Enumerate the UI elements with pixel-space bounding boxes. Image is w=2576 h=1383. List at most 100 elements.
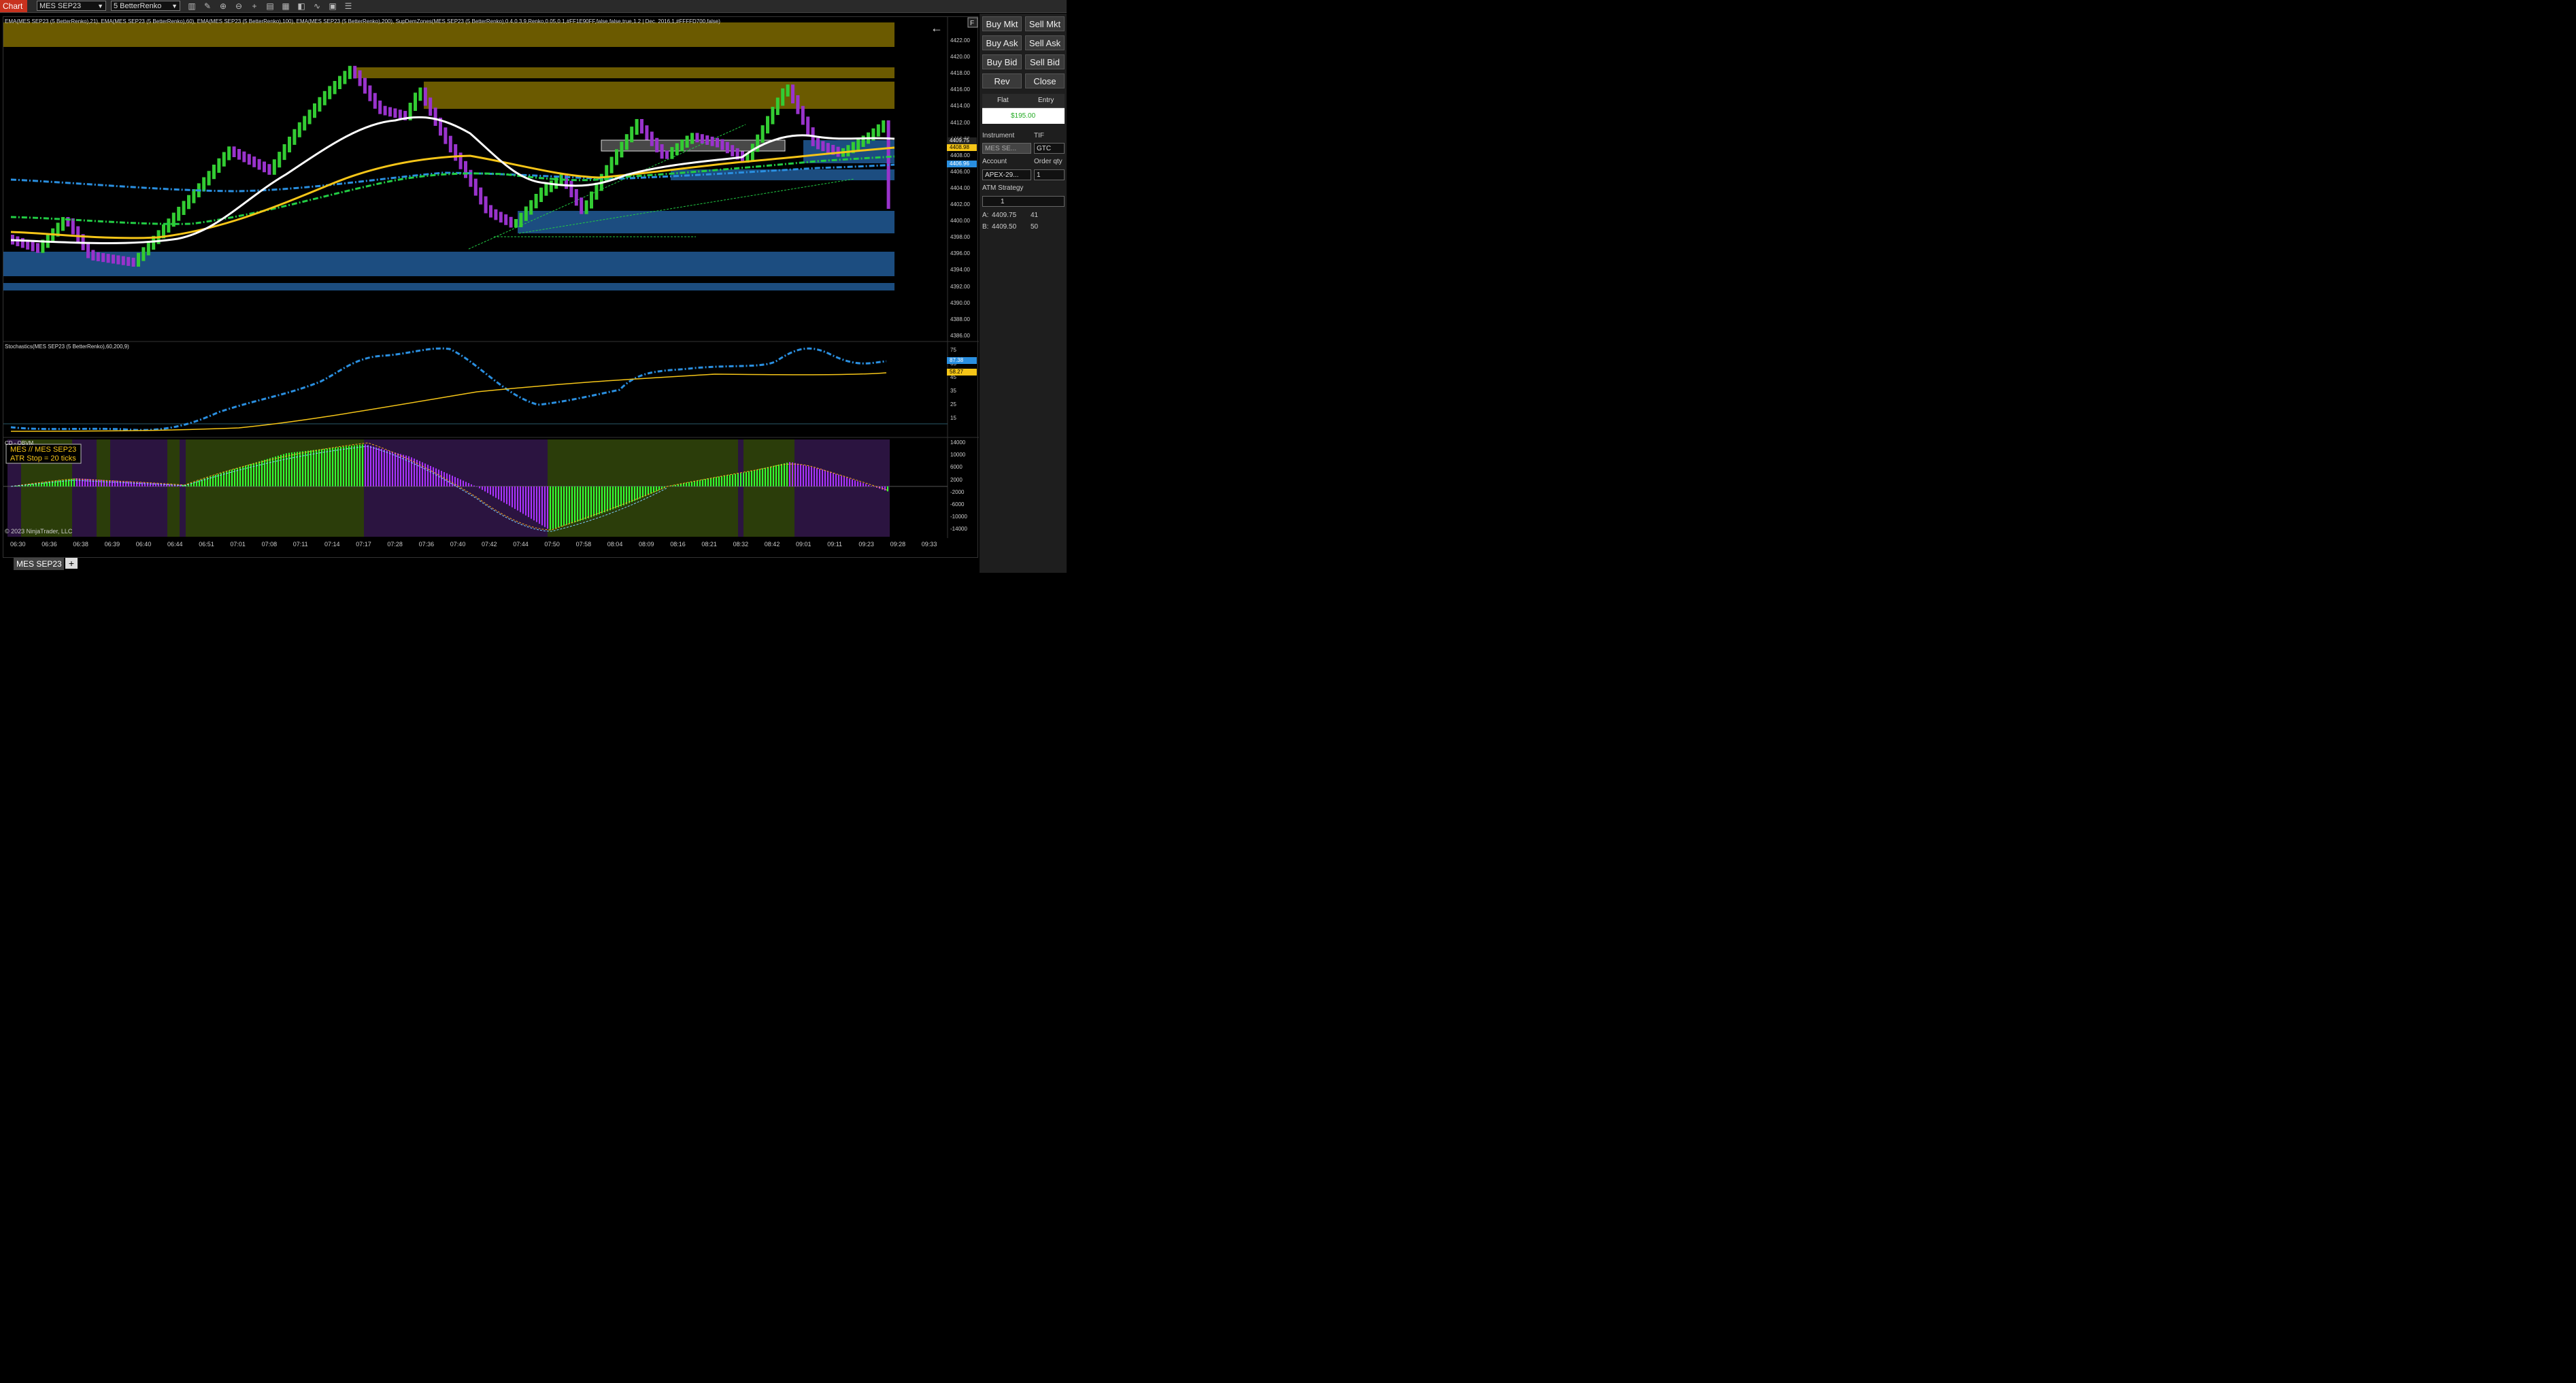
ask-price: 4409.75 bbox=[992, 212, 1017, 219]
tif-select[interactable]: GTC bbox=[1034, 143, 1065, 154]
stoch-tick-label: 25 bbox=[950, 401, 956, 407]
templates-icon[interactable]: ▦ bbox=[280, 1, 292, 12]
atr-overlay-line1: MES // MES SEP23 bbox=[10, 446, 77, 454]
sell-bid-button[interactable]: Sell Bid bbox=[1025, 54, 1065, 69]
obvm-tick-label: 6000 bbox=[950, 464, 963, 471]
obvm-tick-label: -14000 bbox=[950, 526, 967, 533]
obvm-bar bbox=[354, 445, 355, 486]
obvm-bar bbox=[596, 486, 597, 516]
obvm-bar bbox=[435, 468, 437, 486]
close-button[interactable]: Close bbox=[1025, 73, 1065, 88]
pencil-icon[interactable]: ✎ bbox=[201, 1, 214, 12]
obvm-bar bbox=[533, 486, 535, 520]
candle bbox=[806, 116, 810, 136]
instrument-label: Instrument bbox=[982, 132, 1015, 139]
sell-mkt-button[interactable]: Sell Mkt bbox=[1025, 16, 1065, 31]
candle bbox=[489, 205, 492, 218]
f-icon[interactable]: F bbox=[970, 20, 974, 27]
add-tab-icon[interactable]: + bbox=[65, 558, 78, 569]
candle bbox=[167, 218, 171, 233]
buy-mkt-button[interactable]: Buy Mkt bbox=[982, 16, 1022, 31]
instrument-tab[interactable]: MES SEP23 bbox=[14, 558, 64, 570]
candle bbox=[91, 250, 95, 261]
obvm-bar bbox=[103, 480, 105, 486]
reverse-button[interactable]: Rev bbox=[982, 73, 1022, 88]
price-indicator-label: EMA(MES SEP23 (5 BetterRenko),21), EMA(M… bbox=[5, 18, 720, 24]
buy-bid-button[interactable]: Buy Bid bbox=[982, 54, 1022, 69]
back-arrow-icon[interactable]: ← bbox=[931, 21, 943, 35]
obvm-bar bbox=[593, 486, 595, 516]
buy-ask-button[interactable]: Buy Ask bbox=[982, 35, 1022, 50]
chart-area[interactable]: ← F EMA(MES SEP23 (5 BetterRenko),21), E… bbox=[3, 16, 979, 559]
menu-icon[interactable]: ☰ bbox=[342, 1, 354, 12]
account-select[interactable]: APEX-29... bbox=[982, 169, 1031, 180]
order-qty-stepper[interactable]: 1 bbox=[1034, 169, 1065, 180]
chart-trader-panel: Buy Mkt Sell Mkt Buy Ask Sell Ask Buy Bi… bbox=[980, 14, 1067, 573]
obvm-bar bbox=[503, 486, 505, 503]
obvm-bar bbox=[332, 448, 333, 486]
crosshair-icon[interactable]: + bbox=[248, 1, 261, 12]
data-box-icon[interactable]: ▣ bbox=[327, 1, 339, 12]
obvm-bar bbox=[699, 480, 701, 486]
entry-label: Entry bbox=[1038, 97, 1054, 104]
obvm-bar bbox=[335, 447, 336, 486]
obvm-bar bbox=[710, 478, 712, 486]
strategies-icon[interactable]: ◧ bbox=[295, 1, 307, 12]
obvm-bar bbox=[283, 454, 284, 486]
candle bbox=[539, 187, 543, 202]
bars-icon[interactable]: ▥ bbox=[186, 1, 198, 12]
bar-type-selector[interactable]: 5 BetterRenko ▼ bbox=[111, 1, 180, 11]
obvm-bar bbox=[561, 486, 562, 527]
chart-window-tab[interactable]: Chart bbox=[0, 0, 27, 12]
obvm-bar bbox=[544, 486, 546, 527]
obvm-bar bbox=[506, 486, 507, 505]
price-tick-label: 4420.00 bbox=[950, 54, 970, 61]
candle bbox=[398, 110, 402, 120]
obvm-bar bbox=[109, 480, 110, 486]
candle bbox=[393, 108, 397, 118]
atm-strategy-select[interactable]: 1 bbox=[982, 196, 1065, 207]
candle bbox=[448, 135, 452, 152]
properties-icon[interactable]: ▤ bbox=[264, 1, 276, 12]
obvm-bar bbox=[479, 486, 480, 488]
obvm-bar bbox=[824, 470, 826, 486]
chart-canvas[interactable]: ← F bbox=[3, 17, 979, 559]
obvm-bar bbox=[73, 478, 75, 486]
instrument-selector[interactable]: MES SEP23 ▼ bbox=[37, 1, 106, 11]
obvm-regime-band bbox=[794, 439, 890, 537]
candle bbox=[781, 88, 785, 106]
obvm-bar bbox=[683, 483, 684, 486]
time-tick-label: 07:14 bbox=[324, 541, 340, 548]
obvm-bar bbox=[492, 486, 494, 497]
candle bbox=[177, 206, 181, 221]
sell-ask-button[interactable]: Sell Ask bbox=[1025, 35, 1065, 50]
candle bbox=[705, 135, 709, 145]
instrument-field[interactable]: MES SE... bbox=[982, 143, 1031, 154]
zoom-out-icon[interactable]: ⊖ bbox=[233, 1, 245, 12]
obvm-bar bbox=[90, 479, 91, 486]
obvm-bar bbox=[158, 483, 159, 486]
chevron-down-icon: ▼ bbox=[171, 3, 178, 10]
candle bbox=[680, 139, 684, 152]
obvm-bar bbox=[843, 476, 845, 486]
candle bbox=[534, 194, 538, 209]
time-tick-label: 08:04 bbox=[607, 541, 623, 548]
obvm-bar bbox=[577, 486, 578, 522]
zoom-icon[interactable]: ⊕ bbox=[217, 1, 229, 12]
candle bbox=[36, 243, 39, 253]
obvm-tick-label: -10000 bbox=[950, 514, 967, 520]
price-tick-label: 4416.00 bbox=[950, 86, 970, 93]
obvm-bar bbox=[280, 454, 282, 486]
indicators-icon[interactable]: ∿ bbox=[311, 1, 323, 12]
candle bbox=[720, 139, 724, 150]
obvm-bar bbox=[430, 465, 431, 486]
ask-size: 41 bbox=[1031, 212, 1039, 219]
time-tick-label: 07:42 bbox=[482, 541, 497, 548]
time-tick-label: 06:51 bbox=[199, 541, 214, 548]
candle bbox=[127, 256, 131, 266]
candle bbox=[771, 107, 775, 124]
obvm-bar bbox=[147, 482, 148, 486]
obvm-bar bbox=[759, 469, 760, 486]
price-tick-label: 4412.00 bbox=[950, 119, 970, 126]
obvm-bar bbox=[120, 481, 121, 486]
